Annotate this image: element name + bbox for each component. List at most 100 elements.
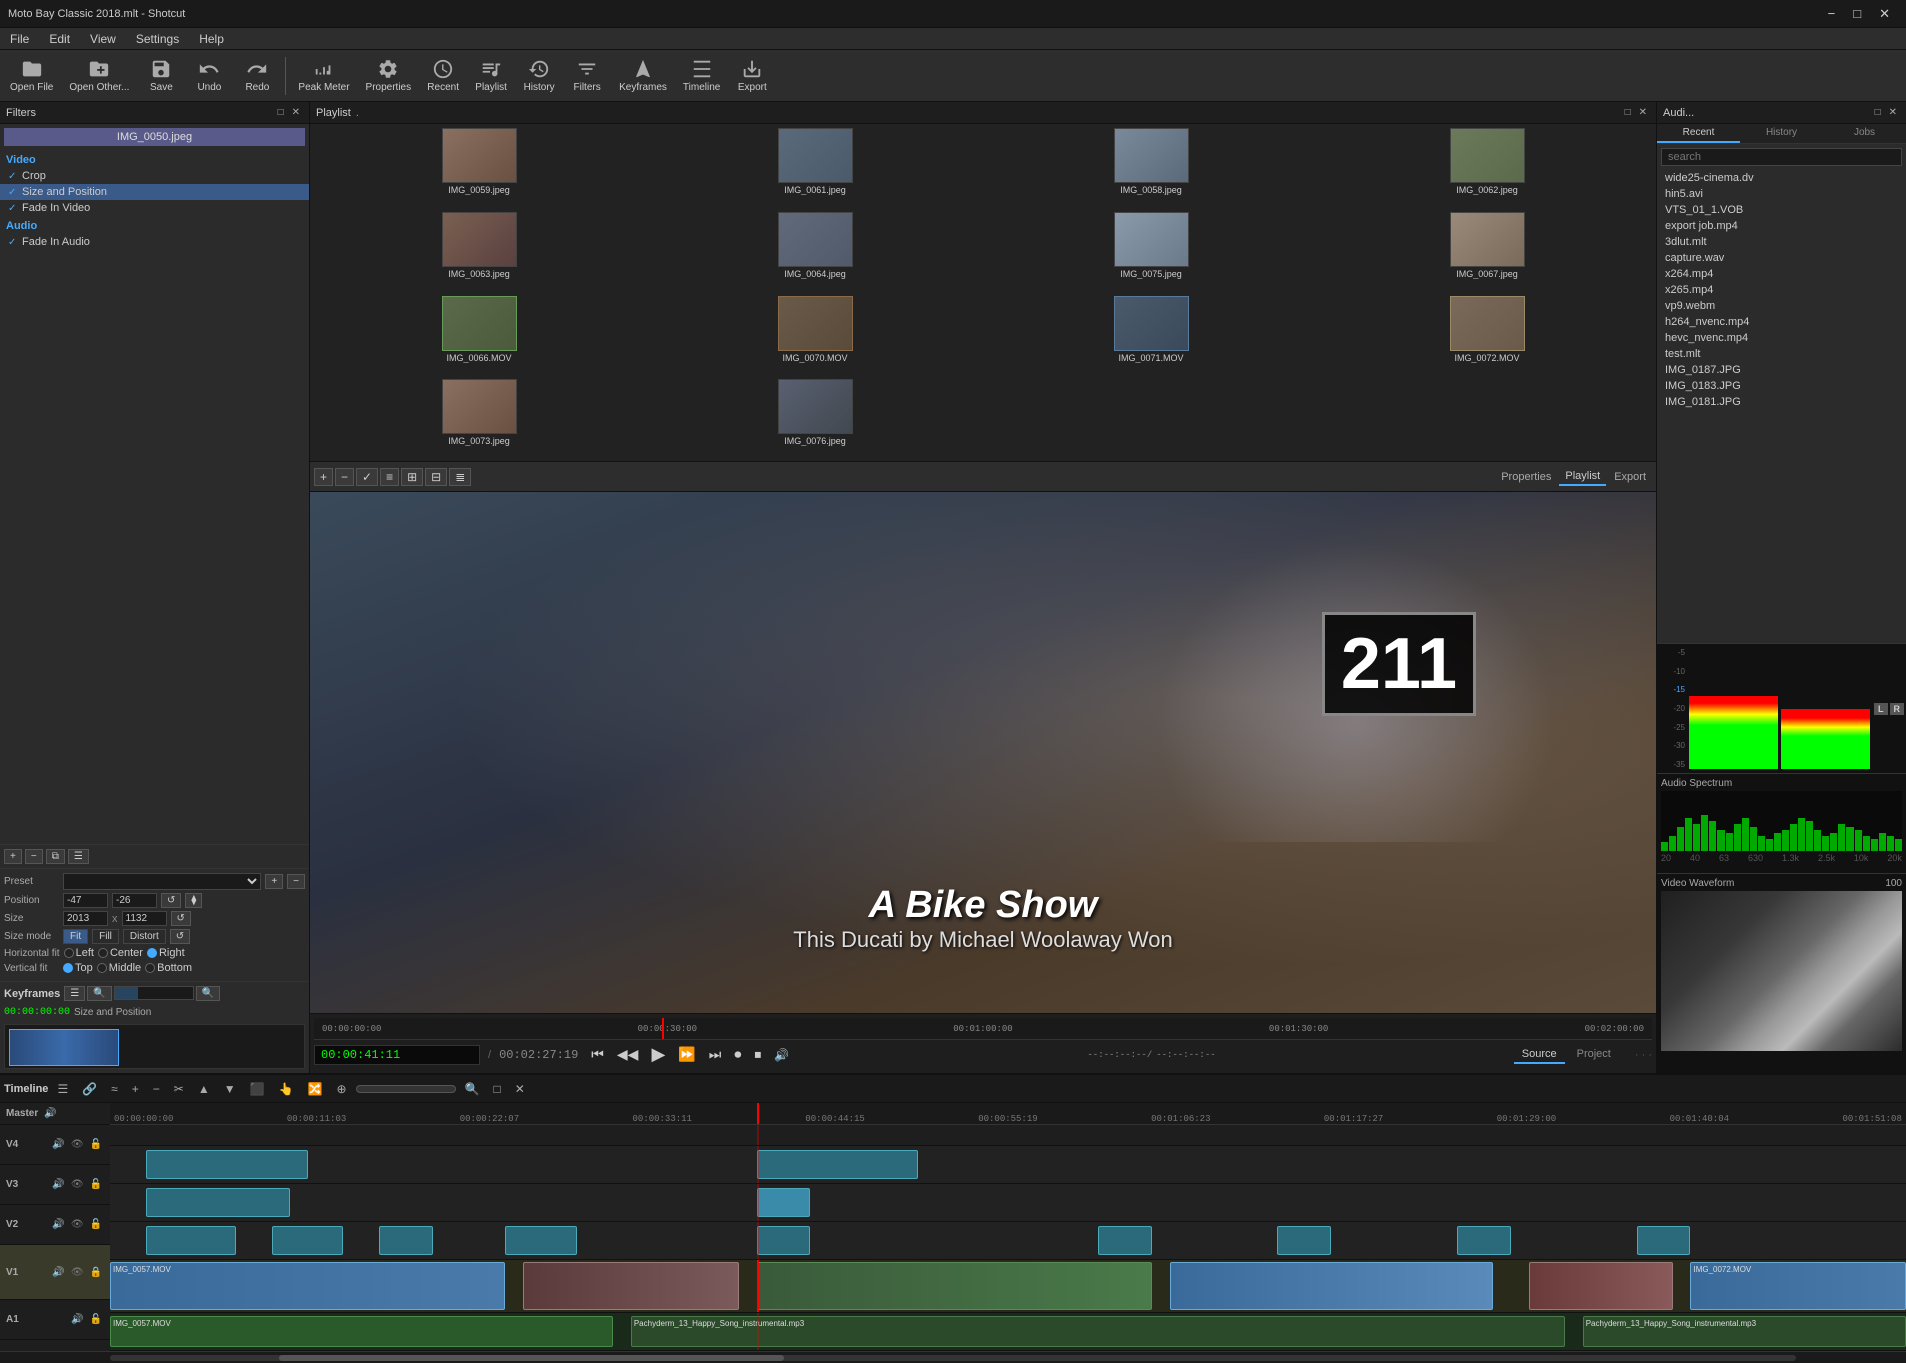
l-btn[interactable]: L [1874,703,1888,715]
preset-select[interactable] [63,873,261,890]
playlist-item-0062[interactable]: IMG_0062.jpeg [1320,126,1654,208]
recent-item-13[interactable]: IMG_0183.JPG [1657,378,1906,394]
transport-to-start[interactable]: ⏮ [586,1044,609,1065]
playlist-add-btn[interactable]: + [314,468,333,486]
recent-item-6[interactable]: x264.mp4 [1657,266,1906,282]
hfit-left[interactable]: Left [64,947,94,959]
playlist-item-0064[interactable]: IMG_0064.jpeg [648,210,982,292]
recent-item-7[interactable]: x265.mp4 [1657,282,1906,298]
playlist-item-0076[interactable]: IMG_0076.jpeg [648,377,982,459]
tl-zoom-out-btn[interactable]: 🔍 [460,1080,485,1098]
v4-vis[interactable]: 👁 [69,1139,86,1150]
maximize-button[interactable]: □ [1845,4,1869,24]
tl-ripple-mode[interactable]: ⊕ [331,1080,351,1098]
recent-item-4[interactable]: 3dlut.mlt [1657,234,1906,250]
playlist-menu-btn[interactable]: ≣ [449,468,471,486]
v1-audio[interactable]: 🔊 [50,1267,66,1278]
v1-clip-main[interactable]: IMG_0057.MOV [110,1262,505,1309]
playlist-playlist-tab[interactable]: Playlist [1559,468,1606,486]
transport-to-end[interactable]: ⏭ [704,1044,727,1065]
preset-remove-btn[interactable]: − [287,874,305,889]
v1-clip-6[interactable]: IMG_0072.MOV [1690,1262,1906,1309]
tl-lift-btn[interactable]: ▲ [193,1080,215,1098]
redo-button[interactable]: Redo [235,56,279,95]
a1-clip-2[interactable]: Pachyderm_13_Happy_Song_instrumental.mp3 [631,1316,1565,1347]
recent-item-12[interactable]: IMG_0187.JPG [1657,362,1906,378]
transport-stop[interactable]: ⏹ [749,1044,766,1065]
recent-item-9[interactable]: h264_nvenc.mp4 [1657,314,1906,330]
size-mode-distort[interactable]: Distort [123,929,166,944]
playlist-list-view[interactable]: ≡ [380,468,399,486]
a1-lock[interactable]: 🔓 [88,1314,104,1325]
playlist-float[interactable]: □ [1622,106,1634,119]
v1-vis[interactable]: 👁 [69,1267,86,1278]
tl-float-btn[interactable]: □ [489,1080,506,1098]
v2-vis[interactable]: 👁 [69,1219,86,1230]
filter-remove-button[interactable]: − [25,849,43,864]
master-mute[interactable]: 🔊 [42,1108,58,1119]
v4-audio[interactable]: 🔊 [50,1139,66,1150]
recent-tab[interactable]: Recent [1657,124,1740,143]
recent-item-8[interactable]: vp9.webm [1657,298,1906,314]
filters-panel-float[interactable]: □ [275,106,287,119]
v2-lock[interactable]: 🔓 [88,1219,104,1230]
tl-ripple-btn[interactable]: ≈ [106,1080,123,1098]
keyframes-button[interactable]: Keyframes [613,56,673,95]
a1-audio[interactable]: 🔊 [69,1314,85,1325]
v1-clip-3[interactable] [757,1262,1152,1309]
playlist-item-0059[interactable]: IMG_0059.jpeg [312,126,646,208]
scrollbar-track[interactable] [110,1355,1796,1361]
v1-lock[interactable]: 🔒 [88,1267,104,1278]
filters-panel-close[interactable]: ✕ [289,106,303,119]
v4-lock[interactable]: 🔓 [88,1139,104,1150]
filter-size-position[interactable]: ✓ Size and Position [0,184,309,200]
v2-audio[interactable]: 🔊 [50,1219,66,1230]
playlist-button[interactable]: Playlist [469,56,513,95]
v3-vis[interactable]: 👁 [69,1179,86,1190]
playlist-item-0067[interactable]: IMG_0067.jpeg [1320,210,1654,292]
size-w-input[interactable] [63,911,108,926]
kf-menu-btn[interactable]: ☰ [64,986,85,1001]
tl-scrub-btn[interactable]: 👆 [274,1080,299,1098]
tl-split-btn[interactable]: ✂ [169,1080,189,1098]
undo-button[interactable]: Undo [187,56,231,95]
a1-clip-3[interactable]: Pachyderm_13_Happy_Song_instrumental.mp3 [1583,1316,1906,1347]
export-button[interactable]: Export [730,56,774,95]
v4-clip-1[interactable] [146,1150,308,1179]
jobs-tab[interactable]: Jobs [1823,124,1906,143]
recent-item-2[interactable]: VTS_01_1.VOB [1657,202,1906,218]
transport-play[interactable]: ▶ [646,1042,670,1067]
v4-clip-2[interactable] [757,1150,919,1179]
playlist-remove-btn[interactable]: − [335,468,354,486]
recent-item-5[interactable]: capture.wav [1657,250,1906,266]
playlist-grid-view[interactable]: ⊞ [401,468,423,486]
r-btn[interactable]: R [1890,703,1905,715]
open-file-button[interactable]: Open File [4,56,59,95]
menu-edit[interactable]: Edit [39,30,80,48]
a1-clip-1[interactable]: IMG_0057.MOV [110,1316,613,1347]
tl-snap-btn[interactable]: 🔗 [77,1080,102,1098]
recent-item-3[interactable]: export job.mp4 [1657,218,1906,234]
playlist-item-0075[interactable]: IMG_0075.jpeg [984,210,1318,292]
playlist-item-0070[interactable]: IMG_0070.MOV [648,294,982,376]
size-mode-reset[interactable]: ↺ [170,929,190,944]
tl-append-btn[interactable]: ⬛ [245,1080,270,1098]
open-other-button[interactable]: Open Other... [63,56,135,95]
position-reset-btn[interactable]: ↺ [161,893,181,908]
tl-zoom-bar[interactable] [356,1085,456,1093]
playlist-check-btn[interactable]: ✓ [356,468,378,486]
properties-button[interactable]: Properties [360,56,418,95]
hfit-right[interactable]: Right [147,947,185,959]
save-button[interactable]: Save [139,56,183,95]
v3-lock[interactable]: 🔓 [88,1179,104,1190]
filters-button[interactable]: Filters [565,56,609,95]
source-tab[interactable]: Source [1514,1046,1565,1064]
v3-clip-1[interactable] [146,1188,290,1217]
playlist-item-0061[interactable]: IMG_0061.jpeg [648,126,982,208]
filter-add-button[interactable]: + [4,849,22,864]
preset-add-btn[interactable]: + [265,874,283,889]
v2-clip-9[interactable] [1637,1226,1691,1255]
playlist-item-0072[interactable]: IMG_0072.MOV [1320,294,1654,376]
recent-button[interactable]: Recent [421,56,465,95]
playlist-properties-tab[interactable]: Properties [1495,468,1557,486]
